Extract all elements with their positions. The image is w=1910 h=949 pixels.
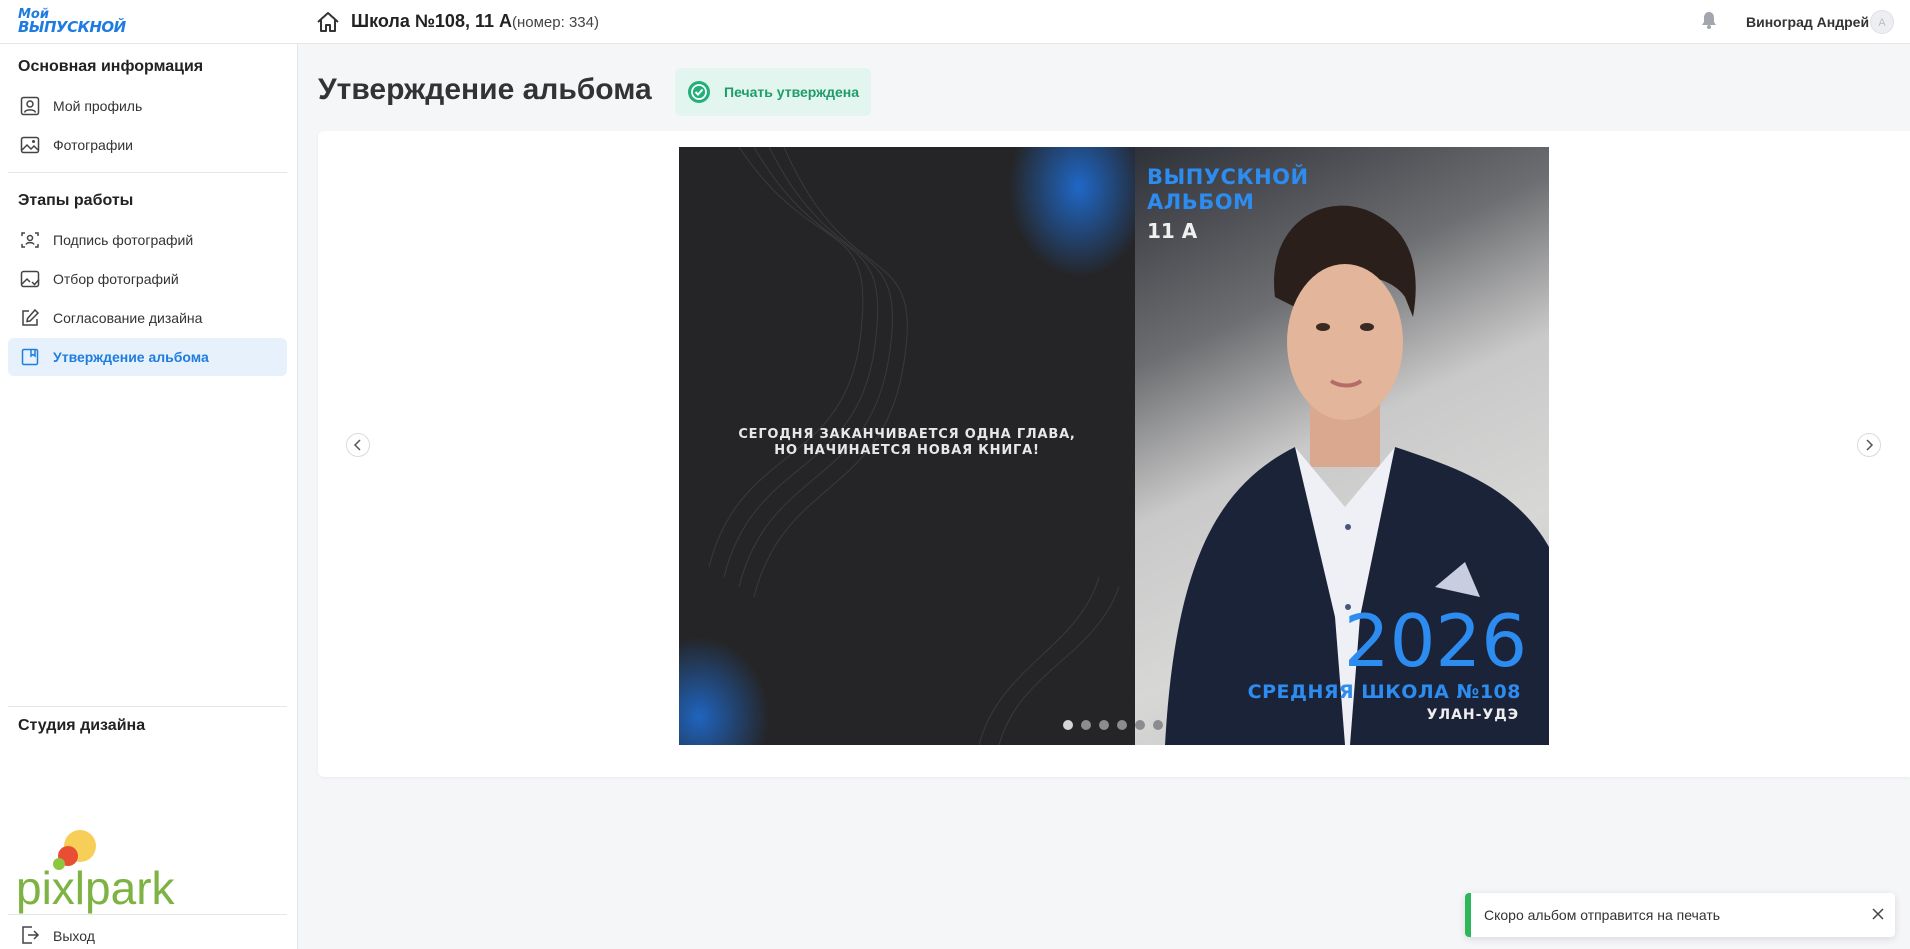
album-quote: СЕГОДНЯ ЗАКАНЧИВАЕТСЯ ОДНА ГЛАВА, НО НАЧ… (679, 427, 1135, 459)
close-icon[interactable] (1871, 907, 1885, 921)
album-cover-title-line-1: ВЫПУСКНОЙ (1147, 165, 1309, 189)
school-number: (номер: 334) (512, 14, 599, 31)
chevron-left-icon (353, 439, 361, 451)
divider (8, 172, 287, 173)
chevron-right-icon (1866, 439, 1874, 451)
image-icon (20, 136, 40, 154)
slide-dot[interactable] (1063, 720, 1073, 730)
bookmark-icon (21, 348, 39, 366)
home-icon[interactable] (316, 11, 340, 33)
sidebar-item-label: Мой профиль (53, 98, 143, 114)
album-right-page: ВЫПУСКНОЙ АЛЬБОМ 11 А 2026 СРЕДНЯЯ ШКОЛА… (1135, 147, 1549, 745)
top-bar: Мой ВЫПУСКНОЙ Школа №108, 11 А (номер: 3… (0, 0, 1910, 44)
user-name[interactable]: Виноград Андрей (1746, 14, 1869, 30)
logo-line-2: ВЫПУСКНОЙ (18, 18, 126, 36)
status-badge: Печать утверждена (675, 68, 871, 116)
album-school: СРЕДНЯЯ ШКОЛА №108 (1247, 681, 1521, 703)
toast-status-bar (1465, 893, 1471, 937)
sidebar-item-photo-signing[interactable]: Подпись фотографий (8, 221, 287, 259)
slide-dot[interactable] (1099, 720, 1109, 730)
check-circle-icon (688, 81, 710, 103)
album-spread-image: СЕГОДНЯ ЗАКАНЧИВАЕТСЯ ОДНА ГЛАВА, НО НАЧ… (679, 147, 1549, 745)
bell-icon[interactable] (1699, 10, 1719, 30)
prev-slide-button[interactable] (346, 433, 370, 457)
logout-icon (22, 926, 40, 944)
sidebar-item-label: Фотографии (53, 137, 134, 153)
album-year: 2026 (1343, 599, 1527, 683)
slide-dot[interactable] (1135, 720, 1145, 730)
sidebar-item-photos[interactable]: Фотографии (8, 126, 287, 164)
slide-dot[interactable] (1153, 720, 1163, 730)
album-cover-title: ВЫПУСКНОЙ АЛЬБОМ (1147, 165, 1309, 215)
slide-dot[interactable] (1081, 720, 1091, 730)
sidebar-item-label: Подпись фотографий (53, 232, 194, 248)
school-title: Школа №108, 11 А (351, 11, 512, 31)
sidebar-item-design-approval[interactable]: Согласование дизайна (8, 299, 287, 337)
album-cover-class: 11 А (1147, 219, 1198, 243)
sidebar-item-label: Отбор фотографий (53, 271, 179, 287)
album-quote-line-2: НО НАЧИНАЕТСЯ НОВАЯ КНИГА! (774, 443, 1040, 458)
divider (8, 914, 287, 915)
sidebar-item-profile[interactable]: Мой профиль (8, 87, 287, 125)
photo-select-icon (20, 270, 40, 288)
slide-dot[interactable] (1117, 720, 1127, 730)
page-title: Утверждение альбома (318, 73, 652, 106)
sidebar-item-album-approval[interactable]: Утверждение альбома (8, 338, 287, 376)
section-title-main-info: Основная информация (18, 58, 204, 75)
user-icon (20, 96, 40, 116)
toast-message: Скоро альбом отправится на печать (1484, 907, 1721, 923)
album-left-page: СЕГОДНЯ ЗАКАНЧИВАЕТСЯ ОДНА ГЛАВА, НО НАЧ… (679, 147, 1135, 745)
sidebar-item-label: Утверждение альбома (53, 349, 209, 365)
album-cover-title-line-2: АЛЬБОМ (1147, 190, 1255, 214)
album-city: УЛАН-УДЭ (1426, 707, 1519, 723)
sidebar-item-label: Согласование дизайна (53, 310, 203, 326)
section-title-design-studio: Студия дизайна (18, 717, 146, 734)
pixlpark-logo-text: pixlpark (16, 862, 176, 914)
app-logo[interactable]: Мой ВЫПУСКНОЙ (18, 8, 128, 38)
toast-notification: Скоро альбом отправится на печать (1465, 893, 1895, 937)
sidebar: Основная информация Мой профиль Фотограф… (0, 44, 298, 949)
edit-icon (22, 308, 40, 326)
logout-label: Выход (53, 928, 95, 944)
sidebar-item-photo-selection[interactable]: Отбор фотографий (8, 260, 287, 298)
avatar[interactable]: А (1870, 10, 1894, 34)
status-badge-label: Печать утверждена (724, 84, 859, 100)
logout-button[interactable]: Выход (8, 918, 287, 949)
section-title-work-stages: Этапы работы (18, 192, 134, 209)
pixlpark-logo[interactable]: pixlpark (16, 784, 186, 914)
next-slide-button[interactable] (1857, 433, 1881, 457)
divider (8, 706, 287, 707)
face-scan-icon (21, 232, 39, 248)
album-quote-line-1: СЕГОДНЯ ЗАКАНЧИВАЕТСЯ ОДНА ГЛАВА, (738, 427, 1076, 442)
